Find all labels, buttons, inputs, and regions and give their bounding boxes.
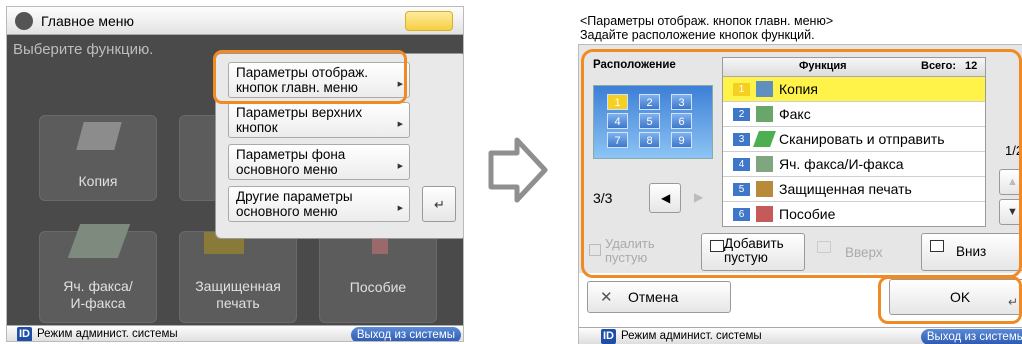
copy-icon	[76, 122, 122, 150]
arrow-right-icon: ▶	[397, 163, 403, 170]
fax-box-icon	[67, 224, 131, 258]
highlight-frame	[581, 49, 1022, 278]
tile-label: Пособие	[349, 279, 407, 295]
tile-label: Защищенная печать	[195, 278, 281, 311]
close-popup-button[interactable]: ↵	[422, 186, 456, 222]
logout-button[interactable]: Выход из системы	[350, 327, 461, 341]
enter-icon: ↵	[434, 197, 445, 212]
arrow-right-icon: ▶	[397, 121, 403, 128]
cancel-label: Отмена	[628, 289, 679, 305]
prompt-text: Выберите функцию.	[13, 41, 154, 58]
id-badge: ID	[17, 327, 32, 341]
cancel-button[interactable]: ✕ Отмена	[587, 281, 731, 313]
tile-hidden[interactable]	[179, 115, 219, 201]
quick-menu-button[interactable]	[405, 11, 453, 31]
close-icon: ✕	[600, 289, 613, 306]
arrow-right-icon	[488, 137, 548, 203]
tile-guide[interactable]: Пособие	[319, 231, 437, 323]
status-bar: ID Режим админист. системы Выход из сист…	[579, 327, 1022, 344]
tile-secure-print[interactable]: Защищенная печать	[179, 231, 297, 323]
logout-button[interactable]: Выход из системы	[920, 329, 1022, 344]
admin-mode-text: Режим админист. системы	[621, 330, 762, 342]
menu-item-label: Параметры верхних кнопок	[236, 105, 363, 135]
status-bar: ID Режим админист. системы Выход из сист…	[7, 325, 463, 341]
main-menu-icon	[15, 12, 33, 30]
tile-copy[interactable]: Копия	[39, 115, 157, 201]
admin-mode-text: Режим админист. системы	[37, 328, 178, 340]
title-bar: Главное меню	[7, 7, 463, 35]
tile-fax-box[interactable]: Яч. факса/ И-факса	[39, 224, 157, 323]
menu-item-label: Другие параметры основного меню	[236, 189, 353, 219]
menu-item-other[interactable]: Другие параметры основного меню ▶	[228, 186, 410, 222]
id-badge: ID	[601, 329, 616, 344]
tile-label: Яч. факса/ И-факса	[63, 278, 133, 311]
screen-instruction: Задайте расположение кнопок функций.	[580, 28, 815, 42]
menu-item-label: Параметры фона основного меню	[236, 147, 346, 177]
tile-label: Копия	[78, 173, 118, 189]
highlight-frame	[213, 50, 407, 104]
page-title: Главное меню	[41, 13, 135, 29]
screen-heading: <Параметры отображ. кнопок главн. меню>	[580, 14, 834, 28]
highlight-frame	[878, 276, 1022, 324]
menu-item-background[interactable]: Параметры фона основного меню ▶	[228, 144, 410, 180]
arrow-right-icon: ▶	[397, 205, 403, 212]
menu-item-top-buttons[interactable]: Параметры верхних кнопок ▶	[228, 102, 410, 138]
